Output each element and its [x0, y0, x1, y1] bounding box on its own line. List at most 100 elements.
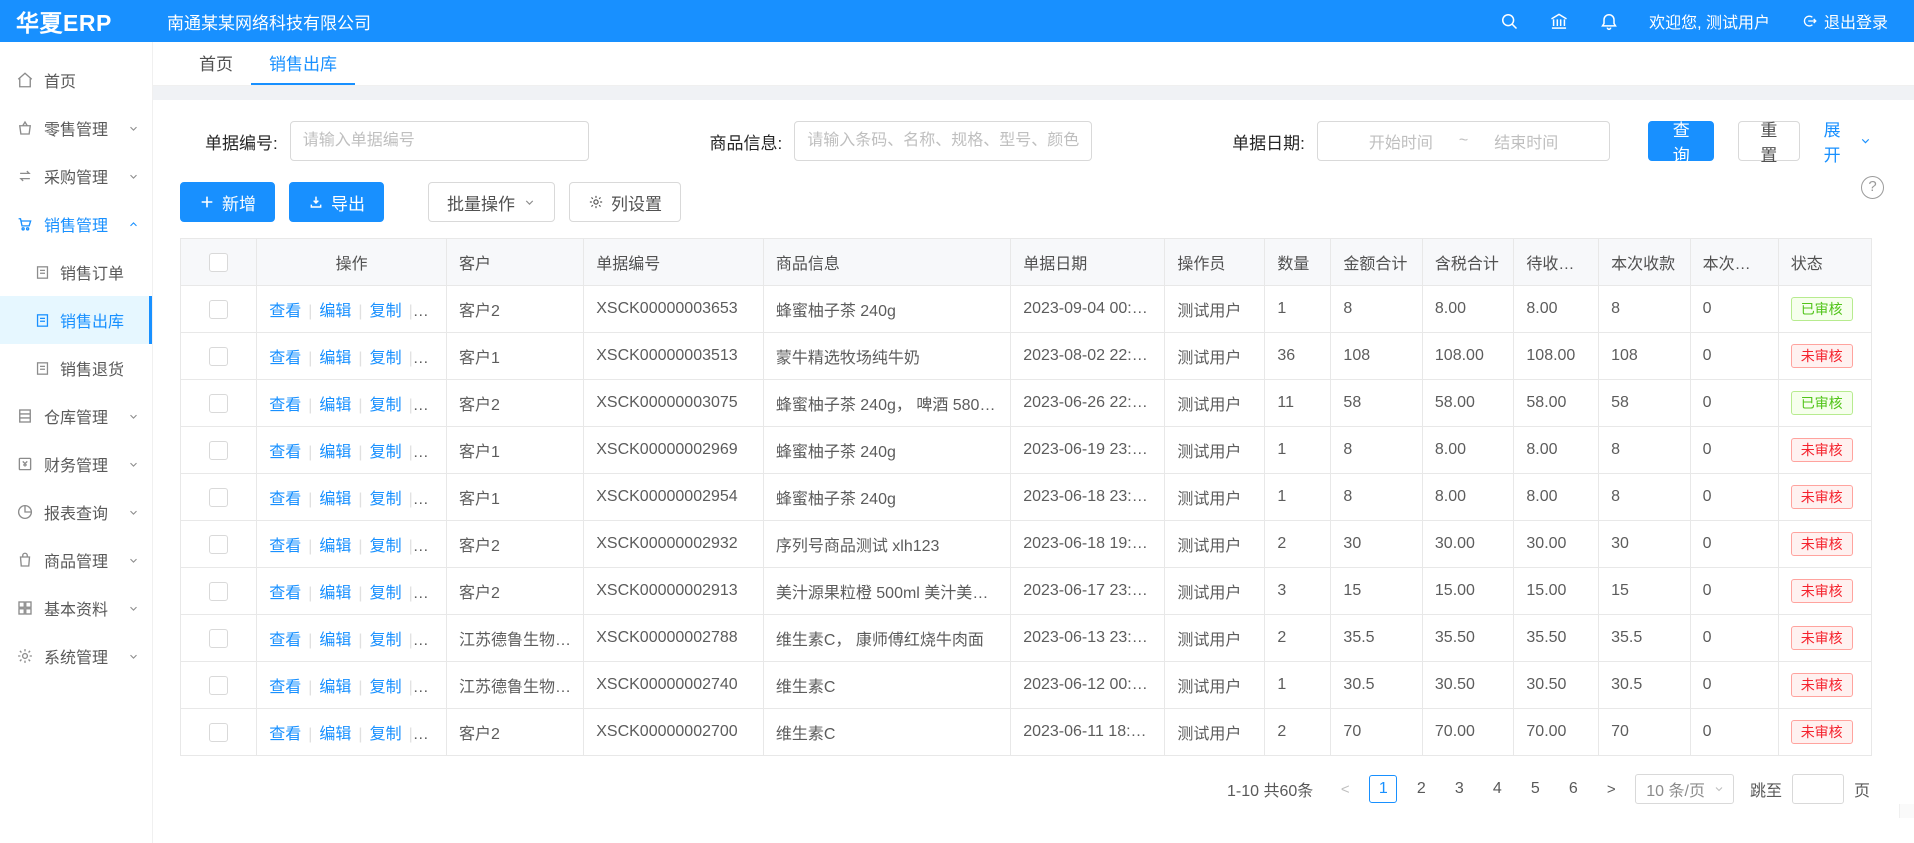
row-checkbox[interactable]: [209, 535, 228, 554]
action-view-link[interactable]: 查看: [269, 397, 301, 414]
expand-link[interactable]: 展开: [1824, 116, 1872, 166]
action-edit-link[interactable]: 编辑: [319, 632, 351, 649]
product-info-input[interactable]: [794, 121, 1092, 161]
action-copy-link[interactable]: 复制: [370, 679, 402, 696]
date-range-input[interactable]: 开始时间 ~ 结束时间: [1317, 121, 1610, 161]
tab-sales-outbound[interactable]: 销售出库: [251, 42, 355, 85]
sidebar-item-sales[interactable]: 销售管理: [0, 200, 152, 248]
sidebar-item-sales-outbound[interactable]: 销售出库: [0, 296, 152, 344]
row-checkbox[interactable]: [209, 441, 228, 460]
reset-button[interactable]: 重置: [1738, 121, 1799, 161]
sidebar-item-sales-return[interactable]: 销售退货: [0, 344, 152, 392]
page-number-4[interactable]: 4: [1483, 775, 1511, 803]
page-number-3[interactable]: 3: [1445, 775, 1473, 803]
search-icon[interactable]: [1499, 11, 1519, 31]
select-all-checkbox[interactable]: [209, 253, 228, 272]
sidebar-item-basic-data[interactable]: 基本资料: [0, 584, 152, 632]
row-checkbox[interactable]: [209, 347, 228, 366]
cell-customer: 江苏德鲁生物科...: [447, 662, 584, 709]
action-edit-link[interactable]: 编辑: [319, 397, 351, 414]
row-checkbox[interactable]: [209, 394, 228, 413]
page-number-5[interactable]: 5: [1521, 775, 1549, 803]
action-view-link[interactable]: 查看: [269, 585, 301, 602]
jump-to-input[interactable]: [1792, 774, 1844, 804]
row-checkbox[interactable]: [209, 629, 228, 648]
cell-product: 美汁源果粒橙 500ml 美汁美汁美汁...: [763, 568, 1010, 615]
search-button[interactable]: 查询: [1648, 121, 1714, 161]
action-view-link[interactable]: 查看: [269, 726, 301, 743]
help-icon[interactable]: ?: [1861, 176, 1884, 199]
action-view-link[interactable]: 查看: [269, 491, 301, 508]
cell-date: 2023-06-26 22:25:26: [1011, 380, 1165, 427]
action-edit-link[interactable]: 编辑: [319, 303, 351, 320]
page-number-1[interactable]: 1: [1369, 775, 1397, 803]
platform-icon[interactable]: [1549, 11, 1569, 31]
page-number-6[interactable]: 6: [1559, 775, 1587, 803]
action-edit-link[interactable]: 编辑: [319, 585, 351, 602]
prev-page-button[interactable]: <: [1331, 775, 1359, 803]
action-view-link[interactable]: 查看: [269, 538, 301, 555]
action-view-link[interactable]: 查看: [269, 444, 301, 461]
row-checkbox[interactable]: [209, 300, 228, 319]
sidebar-item-warehouse[interactable]: 仓库管理: [0, 392, 152, 440]
action-view-link[interactable]: 查看: [269, 632, 301, 649]
table-row: 查看|编辑|复制|删除客户1XSCK00000002954蜂蜜柚子茶 240g2…: [181, 474, 1872, 521]
action-edit-link[interactable]: 编辑: [319, 444, 351, 461]
app-logo-text: 华夏ERP: [16, 4, 112, 38]
sidebar-item-system[interactable]: 系统管理: [0, 632, 152, 680]
page-number-2[interactable]: 2: [1407, 775, 1435, 803]
action-copy-link[interactable]: 复制: [370, 585, 402, 602]
cell-qty: 1: [1265, 662, 1331, 709]
chevron-down-icon: [127, 506, 140, 519]
sidebar-item-home[interactable]: 首页: [0, 56, 152, 104]
action-copy-link[interactable]: 复制: [370, 726, 402, 743]
cell-customer: 客户1: [447, 333, 584, 380]
action-edit-link[interactable]: 编辑: [319, 726, 351, 743]
sidebar-item-finance[interactable]: 财务管理: [0, 440, 152, 488]
row-checkbox[interactable]: [209, 723, 228, 742]
bill-date-label: 单据日期:: [1232, 129, 1305, 154]
sidebar-item-label: 基本资料: [44, 596, 108, 620]
action-copy-link[interactable]: 复制: [370, 397, 402, 414]
row-checkbox[interactable]: [209, 676, 228, 695]
warehouse-icon: [16, 407, 34, 425]
row-checkbox[interactable]: [209, 582, 228, 601]
action-view-link[interactable]: 查看: [269, 350, 301, 367]
action-copy-link[interactable]: 复制: [370, 350, 402, 367]
document-icon: [34, 264, 51, 281]
action-copy-link[interactable]: 复制: [370, 444, 402, 461]
sidebar-item-goods[interactable]: 商品管理: [0, 536, 152, 584]
row-checkbox[interactable]: [209, 488, 228, 507]
bell-icon[interactable]: [1599, 11, 1619, 31]
action-view-link[interactable]: 查看: [269, 303, 301, 320]
logout-button[interactable]: 退出登录: [1800, 9, 1888, 33]
action-view-link[interactable]: 查看: [269, 679, 301, 696]
cell-receivable: 8.00: [1514, 474, 1599, 521]
action-edit-link[interactable]: 编辑: [319, 350, 351, 367]
action-separator: |: [358, 303, 362, 320]
batch-actions-button[interactable]: 批量操作: [428, 182, 555, 222]
add-button[interactable]: 新增: [180, 182, 275, 222]
column-settings-button[interactable]: 列设置: [569, 182, 681, 222]
action-edit-link[interactable]: 编辑: [319, 538, 351, 555]
sidebar-item-reports[interactable]: 报表查询: [0, 488, 152, 536]
sidebar-item-sales-order[interactable]: 销售订单: [0, 248, 152, 296]
next-page-button[interactable]: >: [1597, 775, 1625, 803]
action-edit-link[interactable]: 编辑: [319, 679, 351, 696]
bill-no-input[interactable]: [290, 121, 590, 161]
date-start-placeholder: 开始时间: [1369, 129, 1433, 153]
cell-tax_total: 8.00: [1422, 286, 1513, 333]
action-copy-link[interactable]: 复制: [370, 303, 402, 320]
export-button[interactable]: 导出: [289, 182, 384, 222]
action-copy-link[interactable]: 复制: [370, 491, 402, 508]
action-separator: |: [409, 726, 413, 743]
sidebar-item-label: 商品管理: [44, 548, 108, 572]
action-copy-link[interactable]: 复制: [370, 632, 402, 649]
tab-home[interactable]: 首页: [181, 42, 251, 85]
sidebar-item-retail[interactable]: 零售管理: [0, 104, 152, 152]
action-copy-link[interactable]: 复制: [370, 538, 402, 555]
column-header: 商品信息: [763, 239, 1010, 286]
page-size-select[interactable]: 10 条/页: [1635, 774, 1734, 804]
sidebar-item-purchase[interactable]: 采购管理: [0, 152, 152, 200]
action-edit-link[interactable]: 编辑: [319, 491, 351, 508]
